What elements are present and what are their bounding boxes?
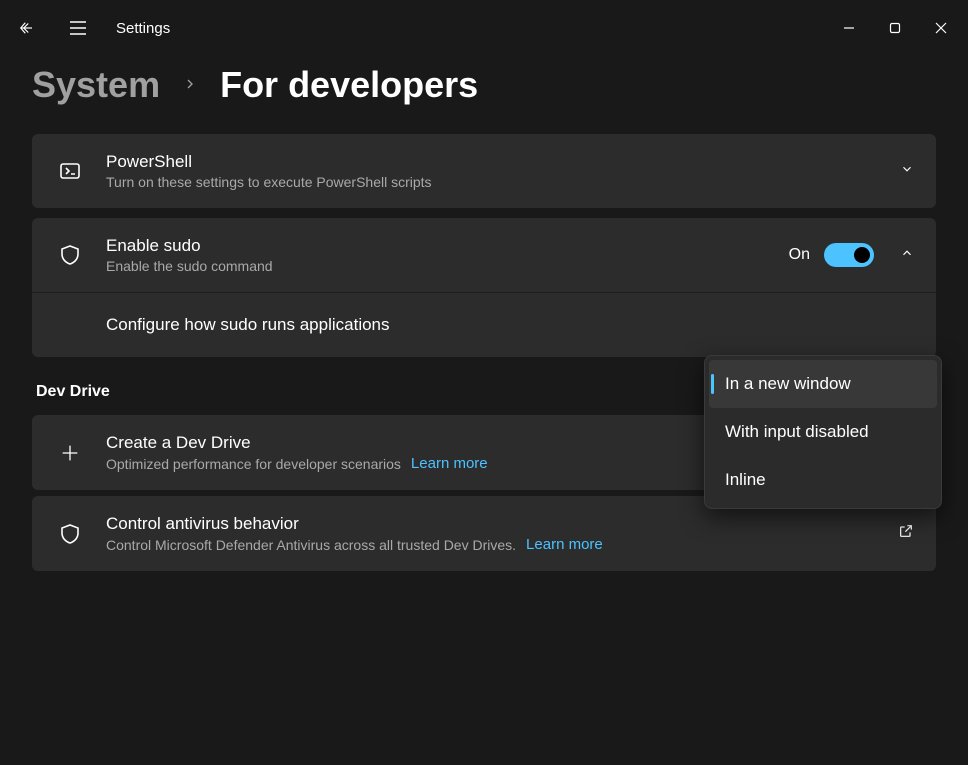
sudo-option-inline[interactable]: Inline bbox=[709, 456, 937, 504]
sudo-option-input-disabled[interactable]: With input disabled bbox=[709, 408, 937, 456]
antivirus-title: Control antivirus behavior bbox=[106, 514, 878, 534]
sudo-configure-label: Configure how sudo runs applications bbox=[106, 315, 914, 335]
antivirus-text: Control antivirus behavior Control Micro… bbox=[106, 514, 878, 553]
powershell-card: PowerShell Turn on these settings to exe… bbox=[32, 134, 936, 208]
sudo-text: Enable sudo Enable the sudo command bbox=[106, 236, 769, 274]
create-devdrive-learn-more[interactable]: Learn more bbox=[411, 455, 488, 472]
sudo-title: Enable sudo bbox=[106, 236, 769, 256]
page-title: For developers bbox=[220, 64, 478, 106]
powershell-title: PowerShell bbox=[106, 152, 880, 172]
powershell-expander[interactable]: PowerShell Turn on these settings to exe… bbox=[32, 134, 936, 208]
toggle-knob bbox=[854, 247, 870, 263]
sudo-option-new-window[interactable]: In a new window bbox=[709, 360, 937, 408]
close-icon bbox=[935, 22, 947, 34]
breadcrumb: System For developers bbox=[0, 56, 968, 134]
plus-icon bbox=[54, 442, 86, 464]
sudo-toggle-area: On bbox=[789, 243, 874, 267]
powershell-icon bbox=[54, 159, 86, 183]
sudo-card: Enable sudo Enable the sudo command On C… bbox=[32, 218, 936, 357]
chevron-up-icon bbox=[900, 246, 914, 265]
shield-icon bbox=[54, 243, 86, 267]
sudo-toggle-label: On bbox=[789, 246, 810, 264]
sudo-sub: Enable the sudo command bbox=[106, 258, 769, 274]
chevron-right-icon bbox=[182, 71, 198, 99]
antivirus-learn-more[interactable]: Learn more bbox=[526, 536, 603, 553]
maximize-button[interactable] bbox=[872, 8, 918, 48]
app-title: Settings bbox=[116, 20, 170, 37]
breadcrumb-parent[interactable]: System bbox=[32, 64, 160, 106]
open-external-icon bbox=[898, 523, 914, 544]
sudo-toggle[interactable] bbox=[824, 243, 874, 267]
powershell-sub: Turn on these settings to execute PowerS… bbox=[106, 174, 880, 190]
create-devdrive-sub: Optimized performance for developer scen… bbox=[106, 456, 401, 472]
maximize-icon bbox=[889, 22, 901, 34]
back-arrow-icon bbox=[17, 19, 35, 37]
minimize-icon bbox=[843, 22, 855, 34]
titlebar-left: Settings bbox=[4, 6, 170, 50]
back-button[interactable] bbox=[4, 6, 48, 50]
close-button[interactable] bbox=[918, 8, 964, 48]
window-controls bbox=[826, 8, 964, 48]
shield-icon bbox=[54, 522, 86, 546]
antivirus-sub: Control Microsoft Defender Antivirus acr… bbox=[106, 537, 516, 553]
antivirus-sub-row: Control Microsoft Defender Antivirus acr… bbox=[106, 536, 878, 553]
titlebar: Settings bbox=[0, 0, 968, 56]
sudo-expander[interactable]: Enable sudo Enable the sudo command On bbox=[32, 218, 936, 292]
sudo-mode-dropdown: In a new window With input disabled Inli… bbox=[704, 355, 942, 509]
powershell-text: PowerShell Turn on these settings to exe… bbox=[106, 152, 880, 190]
nav-menu-button[interactable] bbox=[56, 6, 100, 50]
chevron-down-icon bbox=[900, 162, 914, 181]
sudo-configure-row[interactable]: Configure how sudo runs applications bbox=[32, 292, 936, 357]
content-area: PowerShell Turn on these settings to exe… bbox=[0, 134, 968, 571]
minimize-button[interactable] bbox=[826, 8, 872, 48]
hamburger-icon bbox=[69, 20, 87, 36]
